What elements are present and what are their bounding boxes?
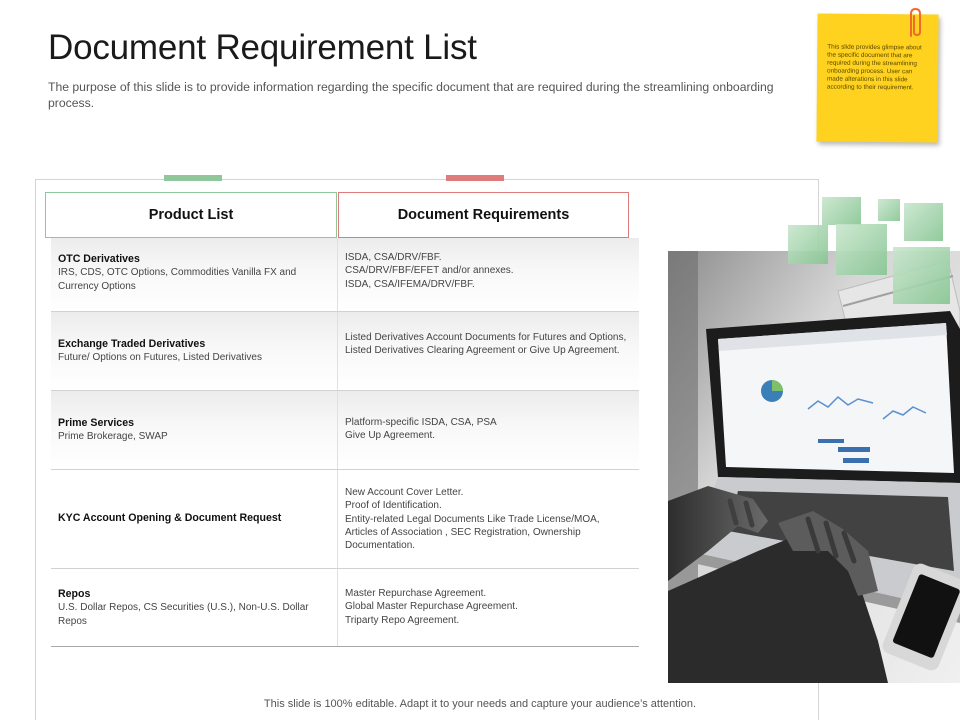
product-title: Repos <box>58 588 91 600</box>
decorative-square <box>822 197 861 225</box>
decorative-square <box>788 225 828 264</box>
column-divider <box>337 238 338 311</box>
product-cell: OTC Derivatives IRS, CDS, OTC Options, C… <box>58 253 326 293</box>
product-detail: U.S. Dollar Repos, CS Securities (U.S.),… <box>58 602 309 627</box>
document-item: ISDA, CSA/DRV/FBF. <box>345 252 442 263</box>
product-cell: Repos U.S. Dollar Repos, CS Securities (… <box>58 588 326 628</box>
document-item: ISDA, CSA/IFEMA/DRV/FBF. <box>345 278 475 290</box>
laptop-photo <box>668 251 960 683</box>
product-detail: Prime Brokerage, SWAP <box>58 431 168 443</box>
document-item: New Account Cover Letter. <box>345 487 464 498</box>
document-cell: Platform-specific ISDA, CSA, PSA Give Up… <box>345 416 631 443</box>
product-title: Prime Services <box>58 417 134 429</box>
product-title: OTC Derivatives <box>58 253 140 265</box>
column-divider <box>337 391 338 469</box>
paperclip-icon <box>910 7 921 37</box>
document-cell: Master Repurchase Agreement. Global Mast… <box>345 587 631 627</box>
product-cell: Exchange Traded Derivatives Future/ Opti… <box>58 338 326 365</box>
slide-footer: This slide is 100% editable. Adapt it to… <box>263 698 697 710</box>
document-item: Triparty Repo Agreement. <box>345 614 460 626</box>
column-divider <box>337 312 338 390</box>
document-item: Listed Derivatives Account Documents for… <box>345 332 627 357</box>
header-product-list: Product List <box>45 192 337 238</box>
table-row: Repos U.S. Dollar Repos, CS Securities (… <box>51 569 639 646</box>
sticky-note-text: This slide provides glimpse about the sp… <box>826 43 922 92</box>
document-cell: ISDA, CSA/DRV/FBF. CSA/DRV/FBF/EFET and/… <box>345 251 631 291</box>
table-row: Prime Services Prime Brokerage, SWAP Pla… <box>51 391 639 470</box>
document-item: Entity-related Legal Documents Like Trad… <box>345 513 600 552</box>
table-row: OTC Derivatives IRS, CDS, OTC Options, C… <box>51 238 639 312</box>
document-item: CSA/DRV/FBF/EFET and/or annexes. <box>345 265 514 277</box>
column-divider <box>337 569 338 646</box>
red-accent-tab <box>446 175 504 181</box>
product-detail: IRS, CDS, OTC Options, Commodities Vanil… <box>58 267 297 292</box>
table-row: Exchange Traded Derivatives Future/ Opti… <box>51 312 639 391</box>
document-item: Global Master Repurchase Agreement. <box>345 601 518 613</box>
slide-subtitle: The purpose of this slide is to provide … <box>48 80 774 110</box>
green-accent-tab <box>164 175 222 181</box>
product-detail: Future/ Options on Futures, Listed Deriv… <box>58 352 262 364</box>
column-divider <box>337 470 338 568</box>
product-cell: KYC Account Opening & Document Request <box>58 512 326 525</box>
decorative-square <box>836 224 887 275</box>
document-cell: New Account Cover Letter. Proof of Ident… <box>345 486 631 552</box>
decorative-square <box>878 199 900 221</box>
product-cell: Prime Services Prime Brokerage, SWAP <box>58 417 326 444</box>
product-title: Exchange Traded Derivatives <box>58 338 206 350</box>
table-row: KYC Account Opening & Document Request N… <box>51 470 639 569</box>
document-cell: Listed Derivatives Account Documents for… <box>345 331 631 358</box>
document-item: Platform-specific ISDA, CSA, PSA <box>345 417 497 428</box>
document-item: Proof of Identification. <box>345 500 442 512</box>
decorative-square <box>893 247 950 304</box>
table-bottom-line <box>51 646 639 647</box>
product-title: KYC Account Opening & Document Request <box>58 512 282 524</box>
document-item: Give Up Agreement. <box>345 430 436 442</box>
decorative-square <box>904 203 943 241</box>
header-document-requirements: Document Requirements <box>338 192 629 238</box>
slide-title: Document Requirement List <box>48 28 477 67</box>
document-item: Master Repurchase Agreement. <box>345 588 487 599</box>
